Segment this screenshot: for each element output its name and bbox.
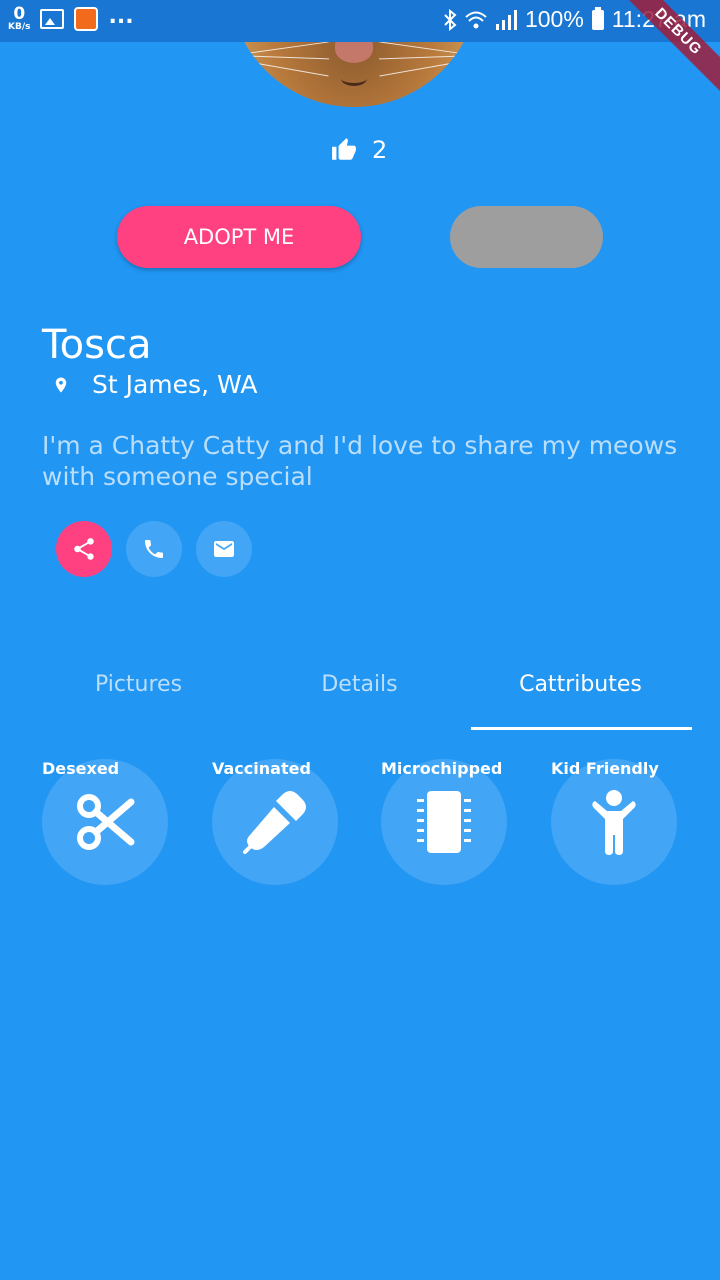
pet-location: St James, WA [52,370,257,399]
cattribute-label: Vaccinated [212,759,311,778]
adopt-me-button[interactable]: ADOPT ME [117,206,361,268]
call-button[interactable] [126,521,182,577]
battery-percent: 100% [524,6,584,32]
signal-icon [495,9,517,30]
share-button[interactable] [56,521,112,577]
wifi-icon [465,11,487,28]
cattribute-label: Desexed [42,759,120,778]
tab-pictures[interactable]: Pictures [28,672,249,697]
more-notifications: ... [108,3,134,29]
cat-mouth [341,71,367,86]
bluetooth-icon [444,8,457,31]
dropper-icon [243,791,306,854]
thumbs-up-icon [332,138,356,160]
mail-icon [214,541,234,557]
phone-icon [145,540,163,558]
pet-bio: I'm a Chatty Catty and I'd love to share… [42,431,678,491]
likes-button[interactable]: 2 [330,136,387,164]
cattribute-label: Kid Friendly [551,759,659,778]
status-bar: 0 KB/s ... 100% 11:27 am [0,0,720,42]
location-pin-icon [55,377,67,392]
network-speed: 0 KB/s [8,4,31,32]
cattribute-label: Microchipped [381,759,503,778]
child-icon [592,790,636,855]
pet-name: Tosca [42,322,152,368]
email-button[interactable] [196,521,252,577]
gallery-icon [40,9,65,29]
battery-icon [591,6,604,30]
tab-indicator [471,727,692,730]
location-text: St James, WA [92,370,258,399]
likes-count: 2 [372,136,388,164]
tab-details[interactable]: Details [249,672,470,697]
tab-cattributes[interactable]: Cattributes [470,672,691,697]
microchip-icon [417,791,471,853]
secondary-button[interactable] [450,206,603,268]
app-notification-icon [74,7,99,31]
share-icon [74,538,94,560]
scissors-icon [77,794,135,850]
